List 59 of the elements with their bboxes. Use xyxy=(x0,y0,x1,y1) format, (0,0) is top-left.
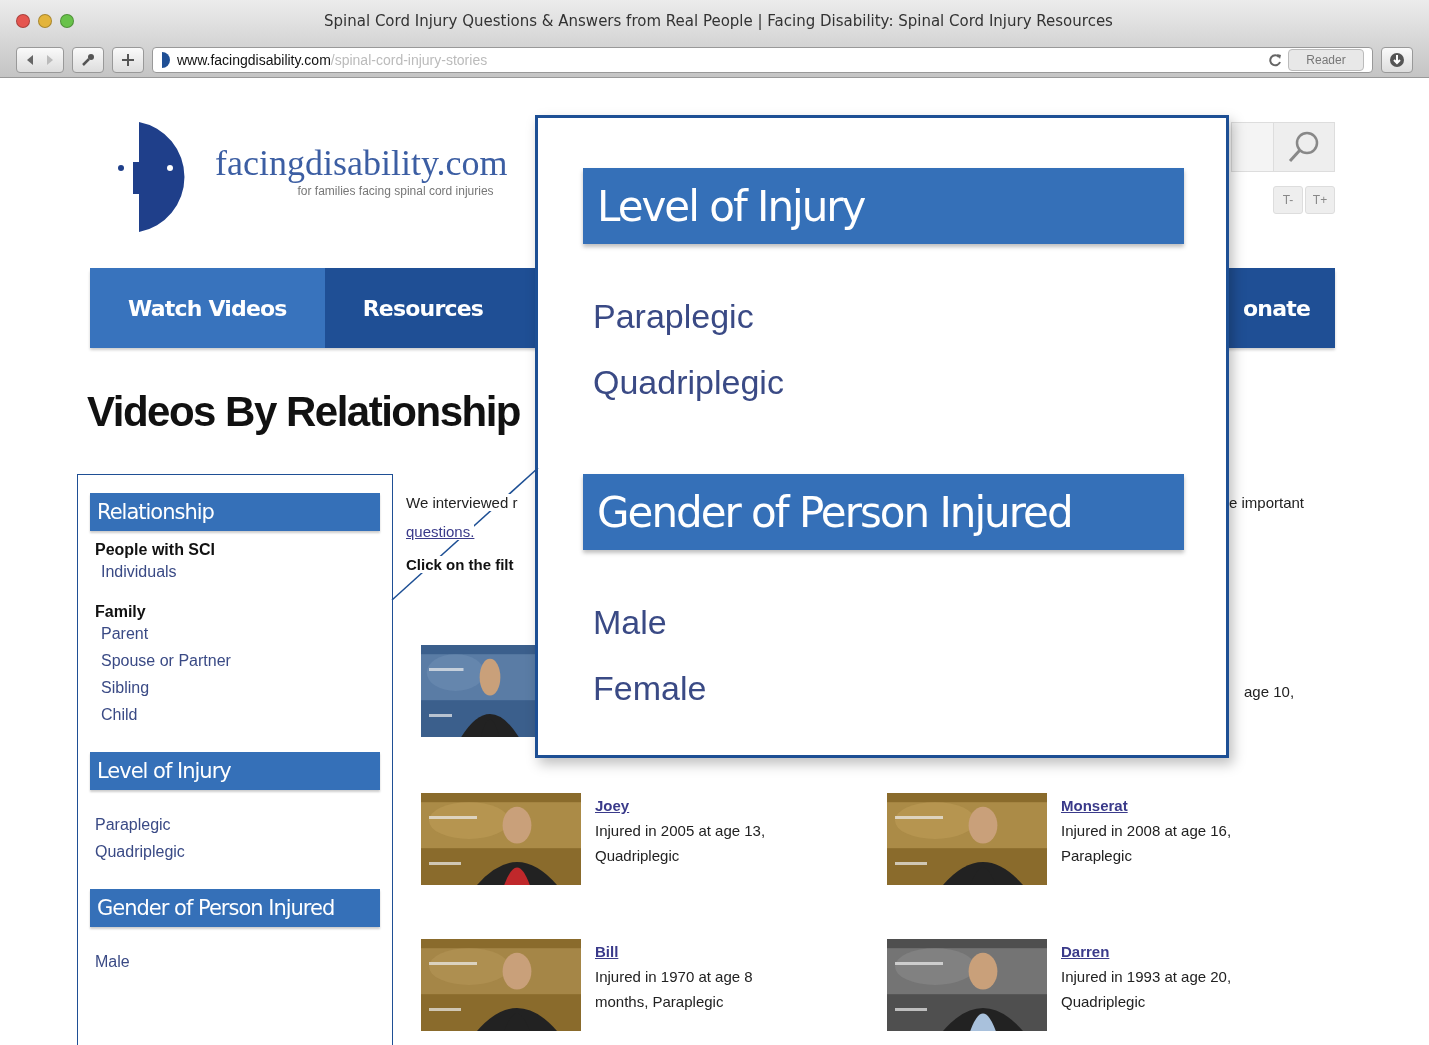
window-title: Spinal Cord Injury Questions & Answers from Real People | Facing Disability: Spinal Cord Injury Resources xyxy=(323,12,1114,30)
filter-link[interactable]: Child xyxy=(101,706,380,724)
filter-link[interactable]: Male xyxy=(95,953,380,971)
filter-link[interactable]: Paraplegic xyxy=(593,294,1184,338)
reader-button[interactable]: Reader xyxy=(1288,48,1364,71)
wrench-button[interactable] xyxy=(72,46,104,73)
filter-heading: Level of Injury xyxy=(90,752,380,790)
back-forward-icon xyxy=(25,53,55,66)
page-heading: Videos By Relationship xyxy=(87,387,520,437)
instruction-text: Click on the filt xyxy=(406,556,514,573)
close-button[interactable] xyxy=(16,14,30,28)
back-forward-button[interactable] xyxy=(16,46,64,73)
site-logo-text: facingdisability.com xyxy=(215,142,508,184)
filter-group-label: Family xyxy=(95,603,147,621)
downloads-button[interactable] xyxy=(1381,46,1413,73)
filter-heading: Relationship xyxy=(90,493,380,531)
zoom-button[interactable] xyxy=(60,14,74,28)
video-name-link[interactable]: Bill xyxy=(595,943,800,960)
nav-tab[interactable]: Watch Videos xyxy=(90,268,325,348)
download-icon xyxy=(1389,51,1405,68)
video-name-link[interactable]: Monserat xyxy=(1061,797,1266,814)
filter-link[interactable]: Individuals xyxy=(101,563,380,581)
minimize-button[interactable] xyxy=(38,14,52,28)
filter-heading: Gender of Person Injured xyxy=(583,474,1184,550)
wrench-icon xyxy=(81,52,95,67)
tagline: for families facing spinal cord injuries xyxy=(297,184,494,198)
filter-heading: Gender of Person Injured xyxy=(90,889,380,927)
questions-link[interactable]: questions. xyxy=(406,523,475,540)
video-name-link[interactable]: Joey xyxy=(595,797,800,814)
filter-link[interactable]: Female xyxy=(593,666,1184,710)
filter-link[interactable]: Quadriplegic xyxy=(95,843,380,861)
nav-tab[interactable]: onate xyxy=(1235,268,1335,348)
filter-link[interactable]: Quadriplegic xyxy=(593,360,1184,404)
intro-text: We interviewed r xyxy=(406,494,518,511)
plus-icon xyxy=(122,53,134,66)
filter-link[interactable]: Parent xyxy=(101,625,380,643)
intro-text: e important xyxy=(1229,494,1306,513)
nav-tab[interactable]: Resources xyxy=(324,268,522,348)
search-field[interactable] xyxy=(1231,122,1273,172)
filter-group-label: People with SCI xyxy=(95,541,216,559)
video-details: Injured in 1970 at age 8 months, Paraplegic xyxy=(595,967,754,1012)
search-button[interactable] xyxy=(1273,122,1335,172)
url-domain: www.facingdisability.com xyxy=(177,51,331,68)
video-details: Injured in 2005 at age 13, Quadriplegic xyxy=(595,821,767,866)
filter-link[interactable]: Paraplegic xyxy=(95,816,380,834)
url-path: /spinal-cord-injury-stories xyxy=(330,51,488,68)
video-details: Injured in 1993 at age 20, Quadriplegic xyxy=(1061,967,1233,1012)
filter-heading: Level of Injury xyxy=(583,168,1184,244)
video-name-link[interactable]: Darren xyxy=(1061,943,1266,960)
add-button[interactable] xyxy=(112,46,144,73)
reload-icon[interactable] xyxy=(1268,52,1282,67)
video-details: age 10, xyxy=(1244,682,1296,700)
filter-link[interactable]: Sibling xyxy=(101,679,380,697)
address-bar[interactable]: www.facingdisability.com/spinal-cord-injury-stories Reader xyxy=(152,46,1373,73)
video-details: Injured in 2008 at age 16, Paraplegic xyxy=(1061,821,1233,866)
filter-link[interactable]: Male xyxy=(593,600,1184,644)
filter-link[interactable]: Spouse or Partner xyxy=(101,652,380,670)
search-icon xyxy=(1287,130,1321,164)
site-icon xyxy=(161,51,171,68)
